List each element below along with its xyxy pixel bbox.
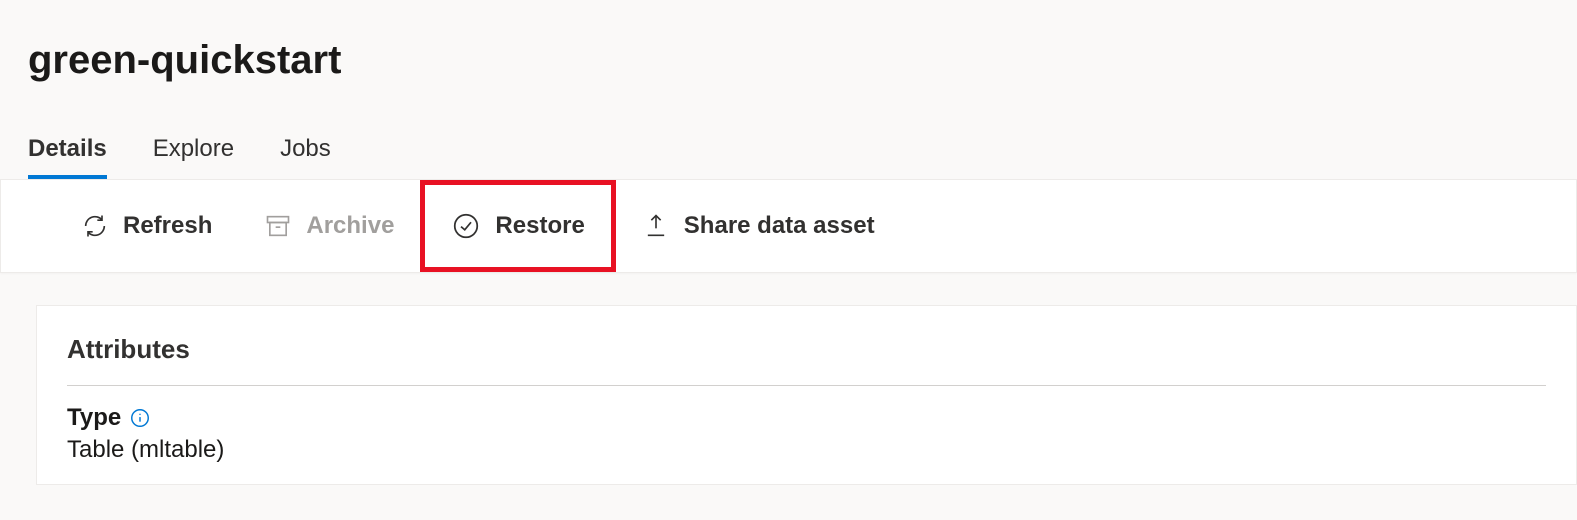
share-label: Share data asset <box>684 212 875 240</box>
tab-explore[interactable]: Explore <box>153 135 234 179</box>
archive-icon <box>264 212 292 240</box>
tab-bar: Details Explore Jobs <box>0 83 1577 179</box>
share-data-asset-button[interactable]: Share data asset <box>616 180 901 272</box>
toolbar: Refresh Archive Restore <box>0 179 1577 273</box>
attributes-heading: Attributes <box>67 334 1546 386</box>
attr-type-label: Type <box>67 404 121 432</box>
archive-label: Archive <box>306 212 394 240</box>
attr-type-value: Table (mltable) <box>67 436 1546 464</box>
tab-details[interactable]: Details <box>28 135 107 179</box>
tab-jobs[interactable]: Jobs <box>280 135 331 179</box>
refresh-icon <box>81 212 109 240</box>
restore-button[interactable]: Restore <box>420 180 615 272</box>
attr-type-row: Type <box>67 404 1546 432</box>
attributes-panel: Attributes Type Table (mltable) <box>36 305 1577 485</box>
checkmark-circle-icon <box>451 211 481 241</box>
refresh-button[interactable]: Refresh <box>55 180 238 272</box>
refresh-label: Refresh <box>123 212 212 240</box>
info-icon[interactable] <box>129 407 151 429</box>
page-title: green-quickstart <box>0 0 1577 83</box>
restore-label: Restore <box>495 212 584 240</box>
archive-button: Archive <box>238 180 420 272</box>
share-upload-icon <box>642 212 670 240</box>
